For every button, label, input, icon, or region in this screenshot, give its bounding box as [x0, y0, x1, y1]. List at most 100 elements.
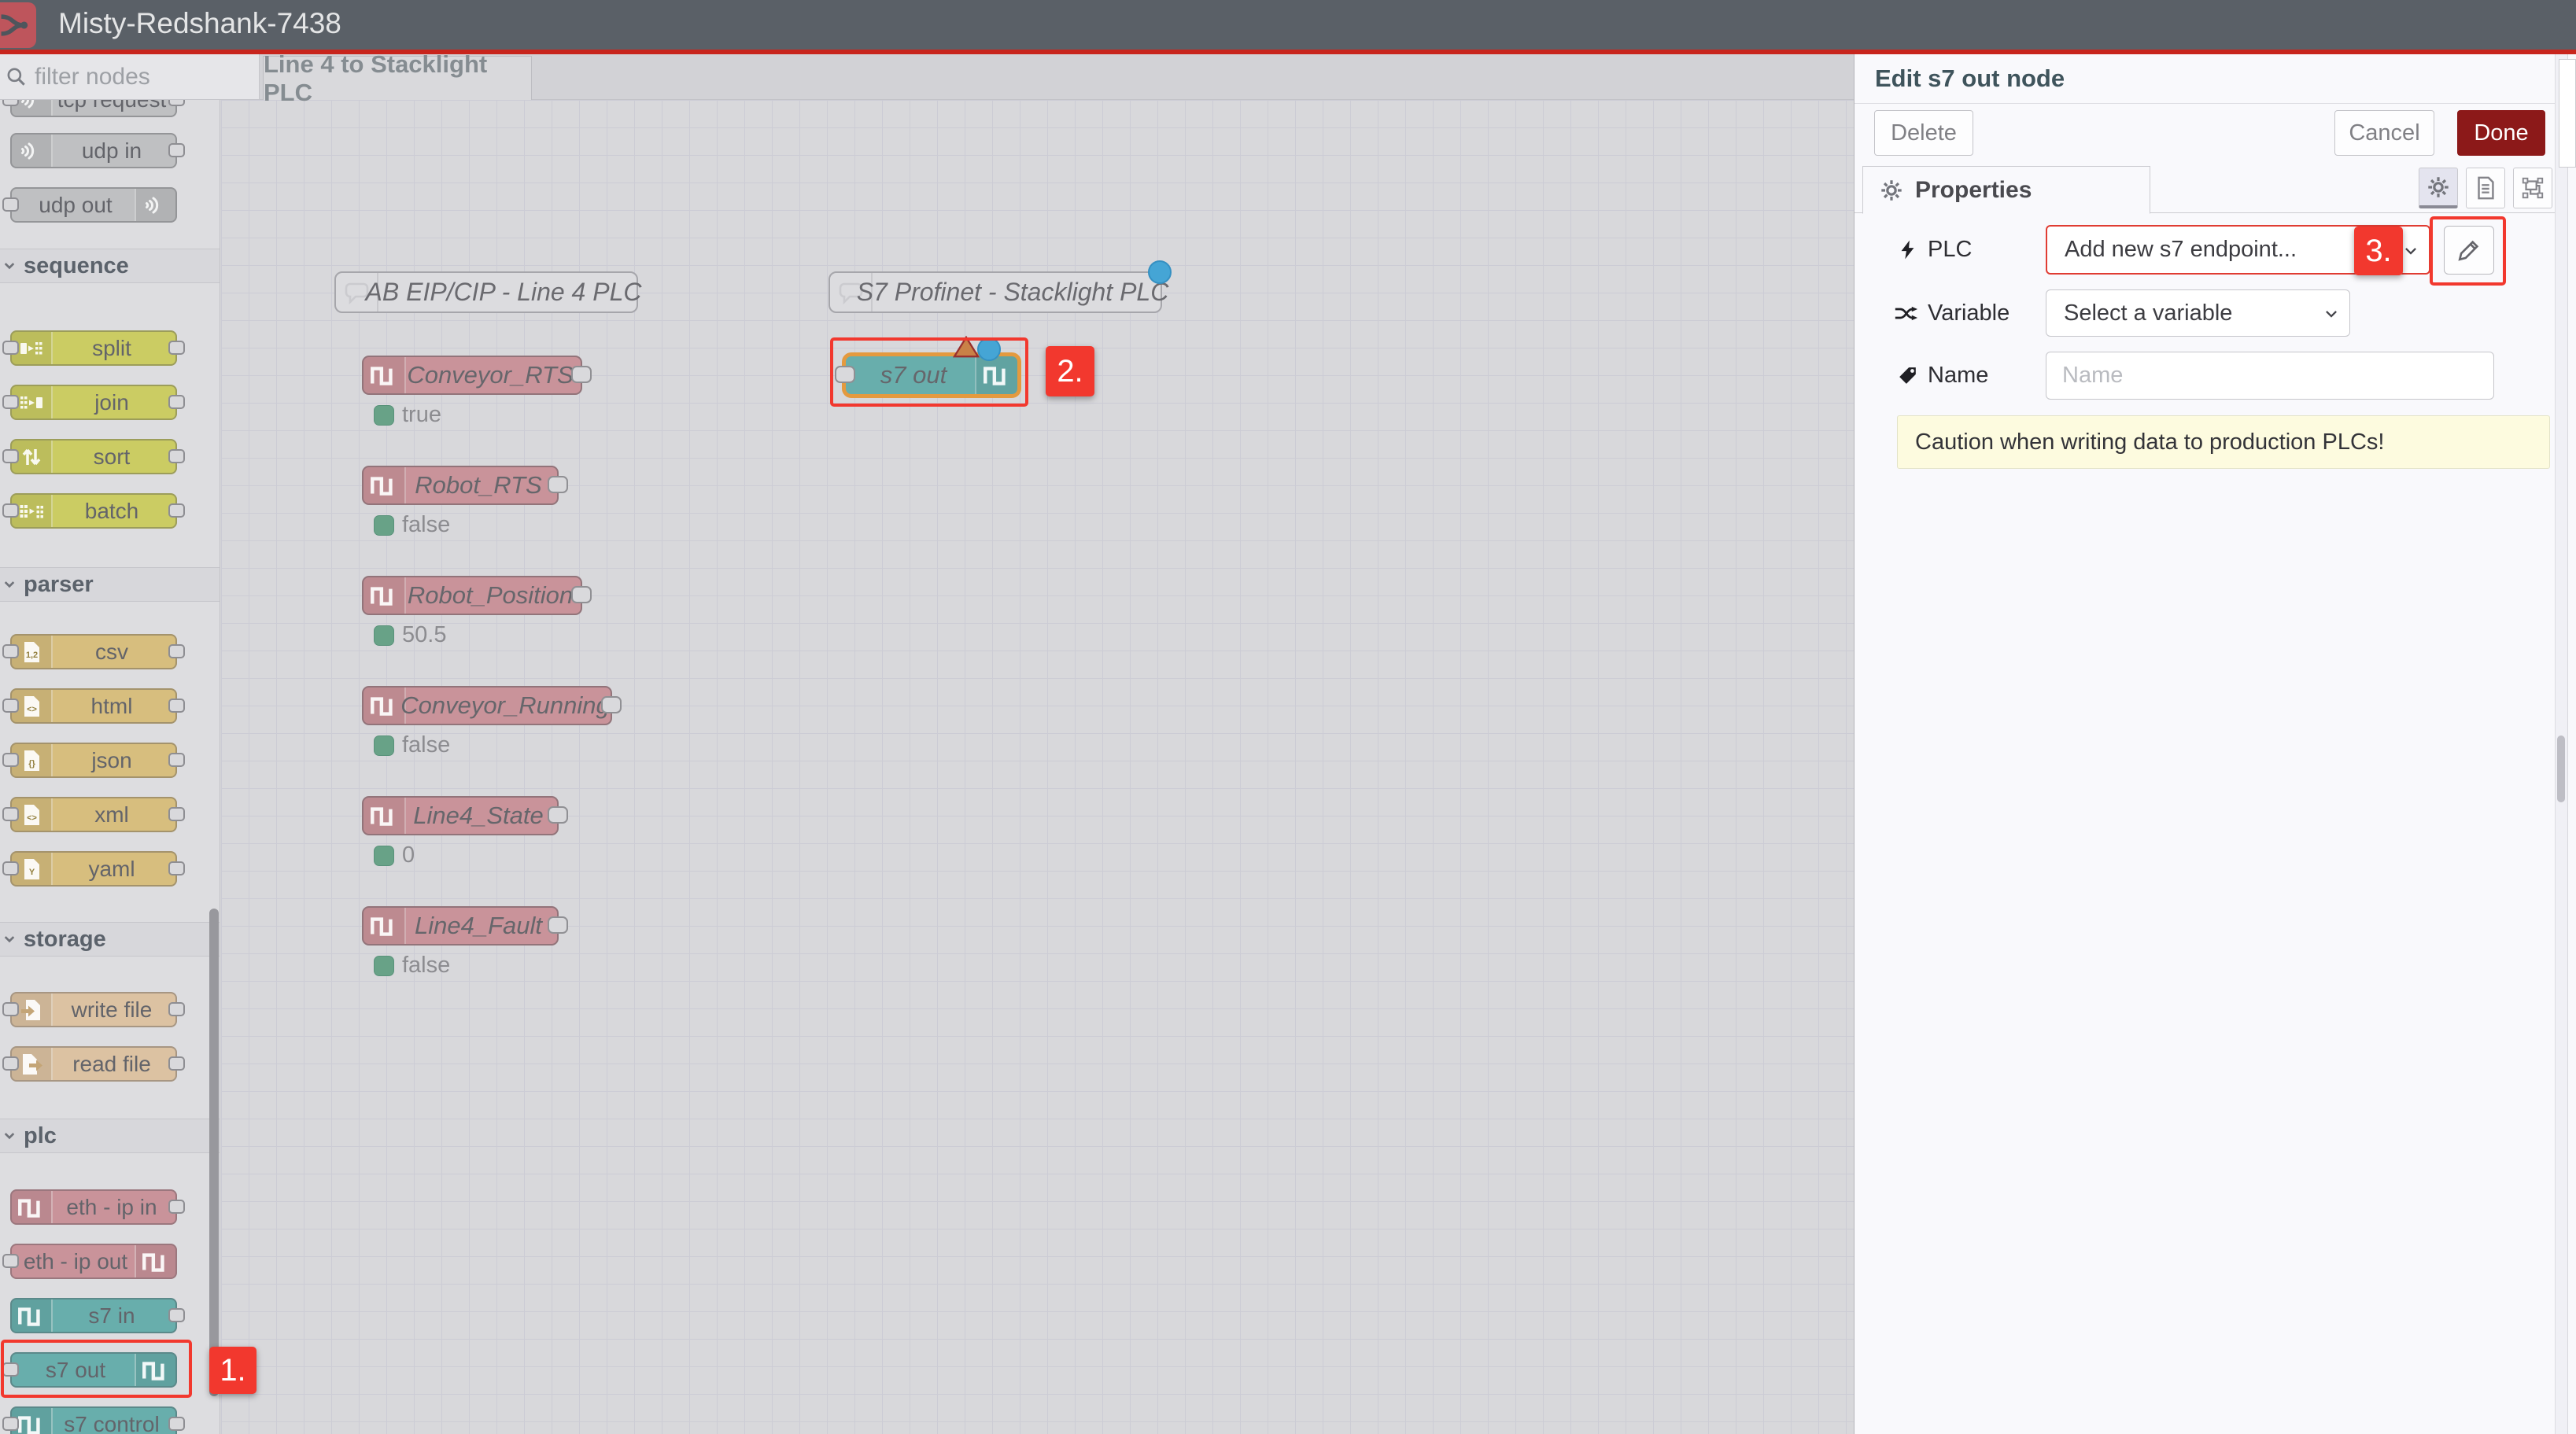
- palette-node-label: html: [53, 690, 171, 722]
- appearance-view-button[interactable]: [2513, 168, 2552, 208]
- output-port[interactable]: [168, 1417, 185, 1431]
- filter-nodes-input[interactable]: [33, 63, 238, 91]
- flow-node-conveyor-running[interactable]: Conveyor_Running: [362, 686, 612, 725]
- input-port[interactable]: [2, 753, 19, 767]
- status-text: false: [402, 512, 450, 538]
- palette-node-sort[interactable]: sort: [10, 439, 177, 474]
- palette-node-html[interactable]: <> html: [10, 688, 177, 724]
- output-port[interactable]: [168, 1002, 185, 1016]
- palette-category-plc[interactable]: plc: [0, 1119, 220, 1153]
- output-port[interactable]: [168, 1308, 185, 1322]
- palette-category-sequence[interactable]: sequence: [0, 249, 220, 283]
- input-port[interactable]: [2, 1002, 19, 1016]
- input-port[interactable]: [2, 644, 19, 658]
- tray-title: Edit s7 out node: [1854, 54, 2555, 104]
- output-port[interactable]: [168, 503, 185, 518]
- tray-scrollbar-thumb[interactable]: [2557, 735, 2565, 802]
- output-port[interactable]: [548, 476, 568, 493]
- input-port[interactable]: [2, 861, 19, 876]
- output-port[interactable]: [168, 699, 185, 713]
- input-port[interactable]: [2, 807, 19, 821]
- palette-node-eth-ip-out[interactable]: eth - ip out: [10, 1244, 177, 1279]
- pulse-icon: [135, 1245, 175, 1277]
- palette-node-s7-in[interactable]: s7 in: [10, 1298, 177, 1333]
- description-view-button[interactable]: [2466, 168, 2505, 208]
- output-port[interactable]: [168, 1200, 185, 1214]
- output-port[interactable]: [548, 806, 568, 824]
- status-dot-icon: [374, 846, 394, 866]
- variable-select[interactable]: Select a variable: [2046, 289, 2350, 337]
- output-port[interactable]: [571, 586, 592, 603]
- palette-node-xml[interactable]: <> xml: [10, 797, 177, 832]
- palette-node-label: read file: [53, 1048, 171, 1080]
- palette-node-label: json: [53, 744, 171, 776]
- caution-message: Caution when writing data to production …: [1897, 415, 2550, 469]
- flow-node-line4-fault[interactable]: Line4_Fault: [362, 906, 559, 946]
- name-input[interactable]: [2046, 352, 2494, 400]
- palette-scrollbar[interactable]: [209, 909, 219, 1396]
- palette-node-join[interactable]: join: [10, 385, 177, 420]
- output-port[interactable]: [168, 100, 185, 106]
- flow-node-line4-state[interactable]: Line4_State: [362, 796, 559, 835]
- output-port[interactable]: [168, 753, 185, 767]
- output-port[interactable]: [168, 143, 185, 157]
- output-port[interactable]: [168, 341, 185, 355]
- input-port[interactable]: [2, 1254, 19, 1268]
- done-button[interactable]: Done: [2457, 110, 2545, 156]
- status-text: 0: [402, 842, 415, 868]
- tab-line4-to-stacklight-plc[interactable]: Line 4 to Stacklight PLC: [263, 56, 532, 100]
- flow-node-conveyor-rts[interactable]: Conveyor_RTS: [362, 356, 582, 395]
- cancel-button[interactable]: Cancel: [2334, 110, 2434, 156]
- input-port[interactable]: [2, 341, 19, 355]
- output-port[interactable]: [168, 449, 185, 463]
- palette-node-eth-ip-in[interactable]: eth - ip in: [10, 1189, 177, 1225]
- palette-node-udp-out[interactable]: udp out: [10, 187, 177, 223]
- input-port[interactable]: [2, 503, 19, 518]
- input-port[interactable]: [2, 100, 19, 106]
- palette-node-read-file[interactable]: read file: [10, 1046, 177, 1082]
- comment-node-ab-eip-cip[interactable]: AB EIP/CIP - Line 4 PLC: [334, 271, 638, 313]
- input-port[interactable]: [2, 197, 19, 212]
- properties-view-button[interactable]: [2419, 168, 2458, 208]
- input-port[interactable]: [2, 699, 19, 713]
- palette-node-label: s7 control: [53, 1408, 171, 1434]
- palette-node-json[interactable]: {} json: [10, 743, 177, 778]
- output-port[interactable]: [548, 916, 568, 934]
- flow-node-robot-rts[interactable]: Robot_RTS: [362, 466, 559, 505]
- output-port[interactable]: [601, 696, 622, 713]
- output-port[interactable]: [168, 807, 185, 821]
- pulse-icon: [364, 688, 406, 724]
- palette-node-label: tcp request: [53, 100, 171, 116]
- editor-tabs: Properties: [1854, 164, 2555, 213]
- output-port[interactable]: [168, 644, 185, 658]
- pulse-icon: [364, 577, 406, 614]
- tab-properties[interactable]: Properties: [1862, 166, 2150, 214]
- palette-node-write-file[interactable]: write file: [10, 992, 177, 1027]
- input-port[interactable]: [2, 449, 19, 463]
- output-port[interactable]: [168, 1056, 185, 1071]
- annotation-badge-step1: 1.: [209, 1347, 256, 1394]
- input-port[interactable]: [2, 1417, 19, 1431]
- palette-node-yaml[interactable]: Y yaml: [10, 851, 177, 887]
- flow-canvas[interactable]: AB EIP/CIP - Line 4 PLC S7 Profinet - St…: [221, 100, 1854, 1434]
- output-port[interactable]: [571, 366, 592, 383]
- output-port[interactable]: [168, 861, 185, 876]
- tag-icon: [1897, 365, 1918, 386]
- app-header: Misty-Redshank-7438: [0, 0, 2576, 50]
- palette-node-split[interactable]: split: [10, 330, 177, 366]
- input-port[interactable]: [2, 395, 19, 409]
- output-port[interactable]: [168, 395, 185, 409]
- delete-button[interactable]: Delete: [1874, 110, 1973, 156]
- palette-node-udp-in[interactable]: udp in: [10, 133, 177, 168]
- palette-node-batch[interactable]: batch: [10, 493, 177, 529]
- palette-node-tcp-request[interactable]: tcp request: [10, 100, 177, 117]
- badge-text: 1.: [220, 1353, 245, 1388]
- pulse-icon: [364, 467, 406, 503]
- palette-category-storage[interactable]: storage: [0, 922, 220, 957]
- palette-node-s7-control[interactable]: s7 control: [10, 1406, 177, 1434]
- flow-node-robot-position[interactable]: Robot_Position: [362, 576, 582, 615]
- palette-category-parser[interactable]: parser: [0, 567, 220, 602]
- input-port[interactable]: [2, 1056, 19, 1071]
- comment-node-s7-profinet[interactable]: S7 Profinet - Stacklight PLC: [829, 271, 1162, 313]
- palette-node-csv[interactable]: 1,2 csv: [10, 634, 177, 669]
